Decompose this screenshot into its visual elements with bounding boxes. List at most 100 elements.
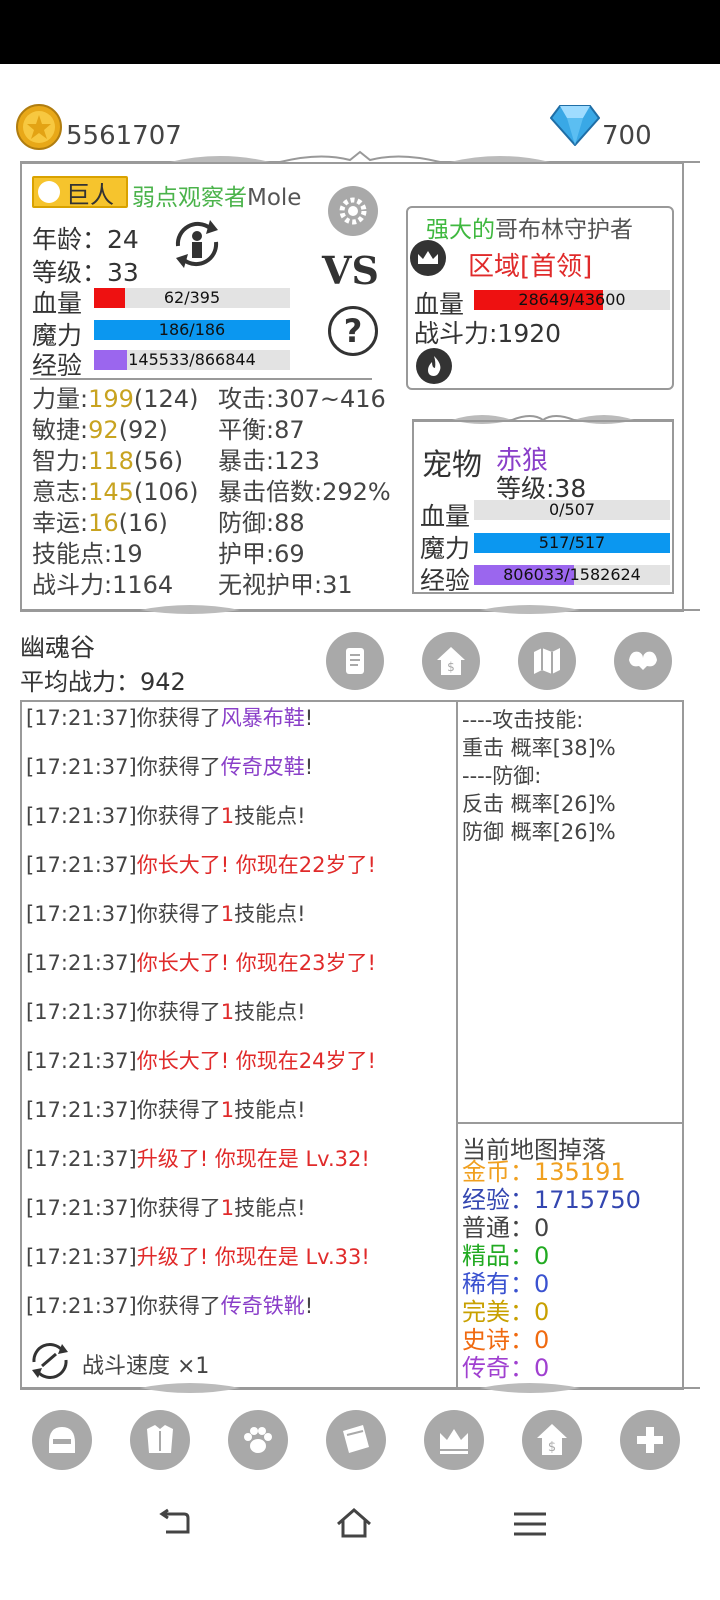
- skills-list: ----攻击技能: 重击 概率[38]% ----防御: 反击 概率[26]% 防御 概…: [462, 706, 616, 846]
- pet-exp-text: 806033/1582624: [503, 565, 641, 584]
- log-text: 技能点!: [234, 804, 306, 828]
- log-entry: [17:21:37]你获得了1技能点!: [26, 988, 454, 1037]
- drop-row: 精品：0: [462, 1242, 641, 1270]
- pet-hp-bar: 0/507: [474, 500, 670, 520]
- drops-list: 金币：135191 经验：1715750 普通：0 精品：0 稀有：0 完美：0 史诗：0 传…: [462, 1158, 641, 1382]
- stat-label: 力量:: [32, 385, 89, 413]
- log-entry: [17:21:37]升级了! 你现在是 Lv.32!: [26, 1135, 454, 1184]
- menu-nav-button[interactable]: [512, 1510, 548, 1538]
- stat-row: 护甲:69: [218, 540, 305, 568]
- drop-row: 普通：0: [462, 1214, 641, 1242]
- gold-amount: 5561707: [66, 121, 182, 151]
- log-time: [17:21:37]: [26, 1000, 137, 1024]
- drop-row: 经验：1715750: [462, 1186, 641, 1214]
- race-icon: [38, 181, 60, 203]
- log-text: 你获得了: [136, 902, 221, 926]
- helmet-icon: [49, 1427, 75, 1453]
- stat-row: 暴击:123: [218, 447, 320, 475]
- settings-gear-button[interactable]: [328, 186, 378, 236]
- stat-base: (56): [133, 447, 184, 475]
- log-text: 技能点!: [234, 1196, 306, 1220]
- player-mp-text: 186/186: [158, 320, 226, 339]
- log-entry: [17:21:37]你获得了1技能点!: [26, 1184, 454, 1233]
- player-hp-bar: 62/395: [94, 288, 290, 308]
- drop-row: 完美：0: [462, 1298, 641, 1326]
- nav-hero-button[interactable]: [32, 1410, 92, 1470]
- stat-label: 战斗力:1164: [32, 571, 174, 599]
- skill-line: ----攻击技能:: [462, 708, 584, 732]
- log-entry: [17:21:37]你长大了! 你现在24岁了!: [26, 1037, 454, 1086]
- strength-button[interactable]: [614, 632, 672, 690]
- log-highlight: 1: [220, 1196, 235, 1220]
- battle-speed-label[interactable]: 战斗速度 ×1: [82, 1348, 209, 1380]
- divider: [458, 1122, 684, 1124]
- player-hp-text: 62/395: [163, 288, 221, 307]
- nav-pet-button[interactable]: [228, 1410, 288, 1470]
- stat-row: 防御:88: [218, 509, 305, 537]
- menu-icon: [514, 1512, 546, 1536]
- divider: [456, 700, 458, 1390]
- pet-mp-label: 魔力: [420, 534, 471, 563]
- log-entry: [17:21:37]升级了! 你现在是 Lv.33!: [26, 1233, 454, 1282]
- map-button[interactable]: [518, 632, 576, 690]
- battle-log[interactable]: [17:21:37]你获得了风暴布鞋! [17:21:37]你获得了传奇皮鞋! [1…: [26, 694, 454, 1331]
- pet-label: 宠物: [422, 448, 482, 483]
- stat-row: 幸运:16(16): [32, 508, 198, 539]
- drop-label: 完美：: [462, 1298, 534, 1326]
- log-text: 你获得了: [136, 706, 221, 730]
- log-text: 你获得了: [136, 1000, 221, 1024]
- paw-icon: [244, 1427, 272, 1453]
- stat-label: 敏捷:: [32, 416, 89, 444]
- auto-battle-icon[interactable]: [166, 216, 228, 272]
- log-time: [17:21:37]: [26, 706, 137, 730]
- area-avg-power: 平均战力：942: [20, 668, 186, 696]
- home-nav-button[interactable]: [334, 1506, 374, 1540]
- stat-base: (124): [133, 385, 199, 413]
- scroll-map-button[interactable]: [326, 632, 384, 690]
- level-label: 等级：: [32, 258, 108, 287]
- stat-value: 16: [88, 509, 119, 537]
- status-bar: [0, 0, 720, 64]
- enemy-hp-text: 28649/43600: [518, 290, 626, 309]
- log-time: [17:21:37]: [26, 1245, 137, 1269]
- stats-right: 攻击:307~416 平衡:87 暴击:123 暴击倍数:292% 防御:88 护甲:69…: [218, 384, 391, 601]
- nav-equipment-button[interactable]: [130, 1410, 190, 1470]
- nav-more-button[interactable]: [620, 1410, 680, 1470]
- stat-label: 技能点:19: [32, 540, 143, 568]
- log-entry: [17:21:37]你获得了1技能点!: [26, 1086, 454, 1135]
- stat-base: (16): [118, 509, 168, 537]
- stat-value: 118: [88, 447, 134, 475]
- nav-skills-button[interactable]: [326, 1410, 386, 1470]
- log-time: [17:21:37]: [26, 853, 137, 877]
- shop-button[interactable]: $: [422, 632, 480, 690]
- back-nav-button[interactable]: [156, 1508, 192, 1538]
- log-text: 技能点!: [234, 1000, 306, 1024]
- battle-speed-icon[interactable]: [26, 1340, 74, 1380]
- log-entry: [17:21:37]你获得了传奇铁靴!: [26, 1282, 454, 1331]
- nav-ranking-button[interactable]: [424, 1410, 484, 1470]
- log-highlight: 1: [220, 902, 235, 926]
- log-highlight: 传奇皮鞋: [220, 755, 305, 779]
- stat-row: 技能点:19: [32, 539, 198, 570]
- log-time: [17:21:37]: [26, 804, 137, 828]
- help-button[interactable]: ?: [328, 306, 378, 356]
- pet-mp-text: 517/517: [538, 533, 606, 552]
- stat-row: 平衡:87: [218, 416, 305, 444]
- vs-label: VS: [322, 248, 379, 293]
- svg-text:$: $: [447, 660, 455, 674]
- drop-value: 1715750: [534, 1186, 641, 1214]
- log-time: [17:21:37]: [26, 1049, 137, 1073]
- log-entry: [17:21:37]你获得了1技能点!: [26, 890, 454, 939]
- shop-house-icon: $: [537, 1424, 567, 1455]
- stat-label: 智力:: [32, 447, 89, 475]
- log-text: 你获得了: [136, 1294, 221, 1318]
- log-entry: [17:21:37]你获得了1技能点!: [26, 792, 454, 841]
- log-text: 你获得了: [136, 755, 221, 779]
- age-row: 年龄：24: [32, 220, 139, 256]
- drop-row: 金币：135191: [462, 1158, 641, 1186]
- nav-store-button[interactable]: $: [522, 1410, 582, 1470]
- scroll-icon: [346, 648, 364, 674]
- drop-label: 普通：: [462, 1214, 534, 1242]
- muscle-icon: [629, 651, 657, 670]
- stat-row: 意志:145(106): [32, 477, 198, 508]
